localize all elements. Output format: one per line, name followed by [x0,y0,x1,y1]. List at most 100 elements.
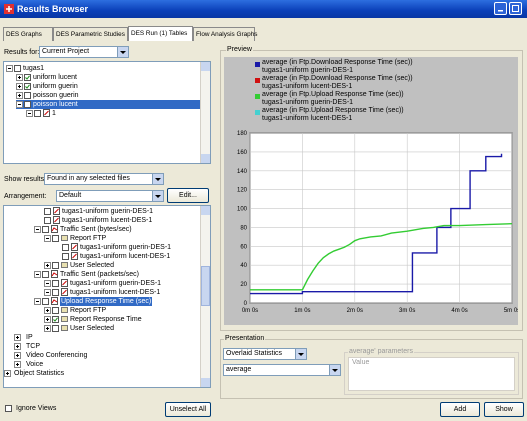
tab-des-run-tables[interactable]: DES Run (1) Tables [128,26,193,41]
stat-icon [71,243,78,251]
expand-icon[interactable] [16,92,23,99]
checkbox[interactable] [52,325,59,332]
results-for-select[interactable]: Current Project [39,46,129,58]
collapse-icon[interactable] [6,65,13,72]
statistics-tree-scrollbar[interactable] [200,206,210,387]
folder-icon [61,325,68,331]
checkbox[interactable] [52,280,59,287]
statistics-tree-panel: tugas1-uniform guerin-DES-1 tugas1-unifo… [3,205,211,388]
y-tick-label: 20 [240,282,247,288]
y-tick-label: 0 [244,301,248,307]
scroll-thumb[interactable] [201,266,210,306]
title-bar: Results Browser [0,0,527,18]
y-tick-label: 40 [240,263,247,269]
collapse-icon[interactable] [26,110,33,117]
scroll-up-icon[interactable] [201,62,210,71]
run-icon [43,109,50,117]
folder-icon [61,316,68,322]
scroll-down-icon[interactable] [201,154,210,163]
checkbox-checked[interactable] [24,74,31,81]
expand-icon[interactable] [44,316,51,323]
collapse-icon[interactable] [16,101,23,108]
checkbox[interactable] [42,271,49,278]
collapse-icon[interactable] [34,298,41,305]
checkbox[interactable] [62,244,69,251]
results-browser-window: Results Browser DES Graphs DES Parametri… [0,0,527,421]
expand-icon[interactable] [44,307,51,314]
check-icon [25,75,30,80]
checkbox[interactable] [52,307,59,314]
chevron-down-icon[interactable] [117,47,128,57]
checkbox[interactable] [52,289,59,296]
show-button[interactable]: Show [484,402,524,417]
tree-item-poisson-lucent[interactable]: poisson lucent [16,100,204,109]
collapse-icon[interactable] [34,226,41,233]
tab-des-graphs[interactable]: DES Graphs [3,27,53,41]
tab-flow-analysis-graphs[interactable]: Flow Analysis Graphs [193,27,257,41]
expand-icon[interactable] [44,262,51,269]
edit-button[interactable]: Edit... [167,188,209,203]
chevron-down-icon[interactable] [152,191,163,201]
stat-icon [71,252,78,260]
expand-icon[interactable] [14,361,21,368]
collapse-icon[interactable] [44,280,51,287]
collapse-icon[interactable] [34,271,41,278]
ignore-views-checkbox[interactable]: Ignore Views [5,405,65,415]
checkbox[interactable] [5,405,12,412]
checkbox[interactable] [14,65,21,72]
expand-icon[interactable] [14,352,21,359]
expand-icon[interactable] [44,325,51,332]
scroll-down-icon[interactable] [201,378,210,387]
unselect-all-button[interactable]: Unselect All [165,402,211,417]
y-tick-label: 80 [240,225,247,231]
expand-icon[interactable] [16,74,23,81]
plot-area [249,132,513,304]
tab-des-parametric-studies[interactable]: DES Parametric Studies [53,27,128,41]
expand-icon[interactable] [4,370,11,377]
y-tick-label: 180 [237,131,248,137]
app-icon [4,4,14,14]
chevron-down-icon[interactable] [152,174,163,184]
presentation-filter-select[interactable]: average [223,364,341,376]
line-chart: 0 20 40 60 80 100 120 140 160 180 0m 0s 1m 0s 2m 0s 3… [237,131,518,314]
checkbox-checked[interactable] [52,316,59,323]
y-tick-label: 60 [240,244,247,250]
expand-icon[interactable] [14,343,21,350]
scroll-up-icon[interactable] [201,206,210,215]
chevron-down-icon[interactable] [295,349,306,359]
x-tick-label: 3m 0s [399,308,415,314]
checkbox[interactable] [44,208,51,215]
checkbox[interactable] [52,262,59,269]
checkbox-checked[interactable] [24,83,31,90]
checkbox[interactable] [34,110,41,117]
expand-icon[interactable] [16,83,23,90]
minimize-button[interactable] [494,2,507,15]
checkbox[interactable] [62,253,69,260]
results-tree-panel: tugas1 uniform lucent uniform guerin poi… [3,61,211,164]
arrangement-select[interactable]: Default [56,190,164,202]
checkbox[interactable] [24,101,31,108]
x-tick-label: 0m 0s [242,308,258,314]
stat-icon [61,288,68,296]
add-button[interactable]: Add [440,402,480,417]
checkbox[interactable] [44,217,51,224]
maximize-button[interactable] [509,2,522,15]
check-icon [53,317,58,322]
checkbox[interactable] [52,235,59,242]
expand-icon[interactable] [14,334,21,341]
collapse-icon[interactable] [44,235,51,242]
checkbox[interactable] [24,92,31,99]
folder-icon [61,235,68,241]
results-tree-scrollbar[interactable] [200,62,210,163]
chart-area: average (in Ftp.Download Response Time (… [224,57,518,325]
x-tick-label: 4m 0s [451,308,467,314]
parameters-table: Value [348,357,515,391]
presentation-mode-select[interactable]: Overlaid Statistics [223,348,307,360]
chevron-down-icon[interactable] [329,365,340,375]
show-results-label: Show results: [4,176,47,183]
show-results-select[interactable]: Found in any selected files [44,173,164,185]
graph-icon [51,297,58,305]
checkbox[interactable] [42,226,49,233]
collapse-icon[interactable] [44,289,51,296]
checkbox[interactable] [42,298,49,305]
